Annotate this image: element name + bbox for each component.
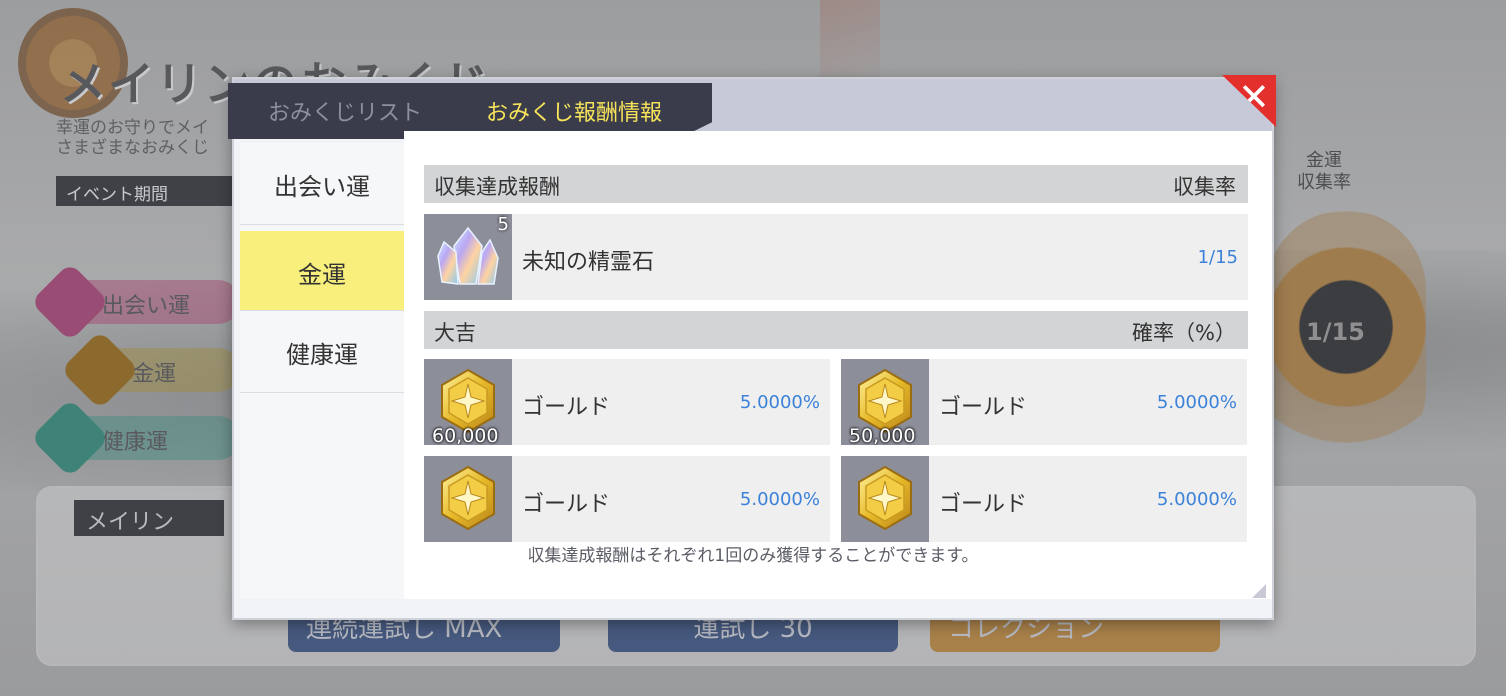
gold-coin-icon: 60,000 (424, 359, 512, 445)
tab-omikuji-list[interactable]: おみくじリスト (268, 83, 422, 139)
collection-reward-row[interactable]: 5 未知の精霊石 1/15 (424, 214, 1248, 300)
character-name-label: メイリン (74, 500, 224, 536)
gold-coin-icon (424, 456, 512, 542)
category-money-luck[interactable]: 金運 (240, 231, 404, 311)
collection-rate-header: 収集率 (1173, 175, 1236, 199)
collection-reward-title: 収集達成報酬 (434, 175, 560, 199)
item-count: 5 (497, 214, 509, 235)
category-encounter-luck[interactable]: 出会い運 (240, 143, 404, 225)
probability-header: 確率（%） (1132, 321, 1236, 345)
reward-item-probability: 5.0000% (739, 392, 820, 413)
reward-item-probability: 5.0000% (739, 489, 820, 510)
item-quantity: 50,000 (849, 425, 916, 445)
collection-ring-value: 1/15 (1306, 318, 1365, 346)
luck-tab-health: 健康運 (30, 398, 240, 478)
daikichi-header: 大吉 確率（%） (424, 311, 1248, 349)
collection-rate-label: 金運 収集率 (1297, 150, 1351, 193)
reward-item-probability: 5.0000% (1156, 392, 1237, 413)
reward-item[interactable]: ゴールド 5.0000% (424, 456, 830, 542)
reward-item-name: ゴールド (939, 492, 1028, 517)
reward-item-probability: 5.0000% (1156, 489, 1237, 510)
reward-item-name: ゴールド (939, 395, 1028, 420)
gold-coin-icon (841, 456, 929, 542)
reward-item-name: ゴールド (522, 395, 611, 420)
collection-item-name: 未知の精霊石 (522, 250, 655, 275)
item-quantity: 60,000 (432, 425, 499, 445)
reward-item[interactable]: 60,000 ゴールド 5.0000% (424, 359, 830, 445)
event-description: 幸運のお守りでメイ さまざまなおみくじ (56, 118, 209, 158)
event-period-label: イベント期間 (56, 176, 246, 206)
reward-info-modal: おみくじリスト おみくじ報酬情報 ✕ 出会い運 金運 健康運 収集達成報酬 収集… (228, 75, 1276, 620)
gold-coin-icon: 50,000 (841, 359, 929, 445)
category-sidebar: 出会い運 金運 健康運 (240, 143, 414, 599)
footnote-text: 収集達成報酬はそれぞれ1回のみ獲得することができます。 (527, 546, 979, 566)
collection-reward-header: 収集達成報酬 収集率 (424, 165, 1248, 203)
reward-item[interactable]: ゴールド 5.0000% (841, 456, 1247, 542)
category-health-luck[interactable]: 健康運 (240, 311, 404, 393)
reward-item[interactable]: 50,000 ゴールド 5.0000% (841, 359, 1247, 445)
collection-item-rate: 1/15 (1197, 247, 1238, 268)
reward-content: 収集達成報酬 収集率 5 未知の精霊石 1/15 大吉 確率（%） 60,000… (404, 131, 1272, 599)
daikichi-title: 大吉 (434, 321, 476, 345)
luck-tab-encounter: 出会い運 (30, 262, 240, 342)
reward-item-name: ゴールド (522, 492, 611, 517)
luck-tab-money: 金運 (60, 330, 240, 410)
spirit-stone-icon: 5 (424, 214, 512, 300)
